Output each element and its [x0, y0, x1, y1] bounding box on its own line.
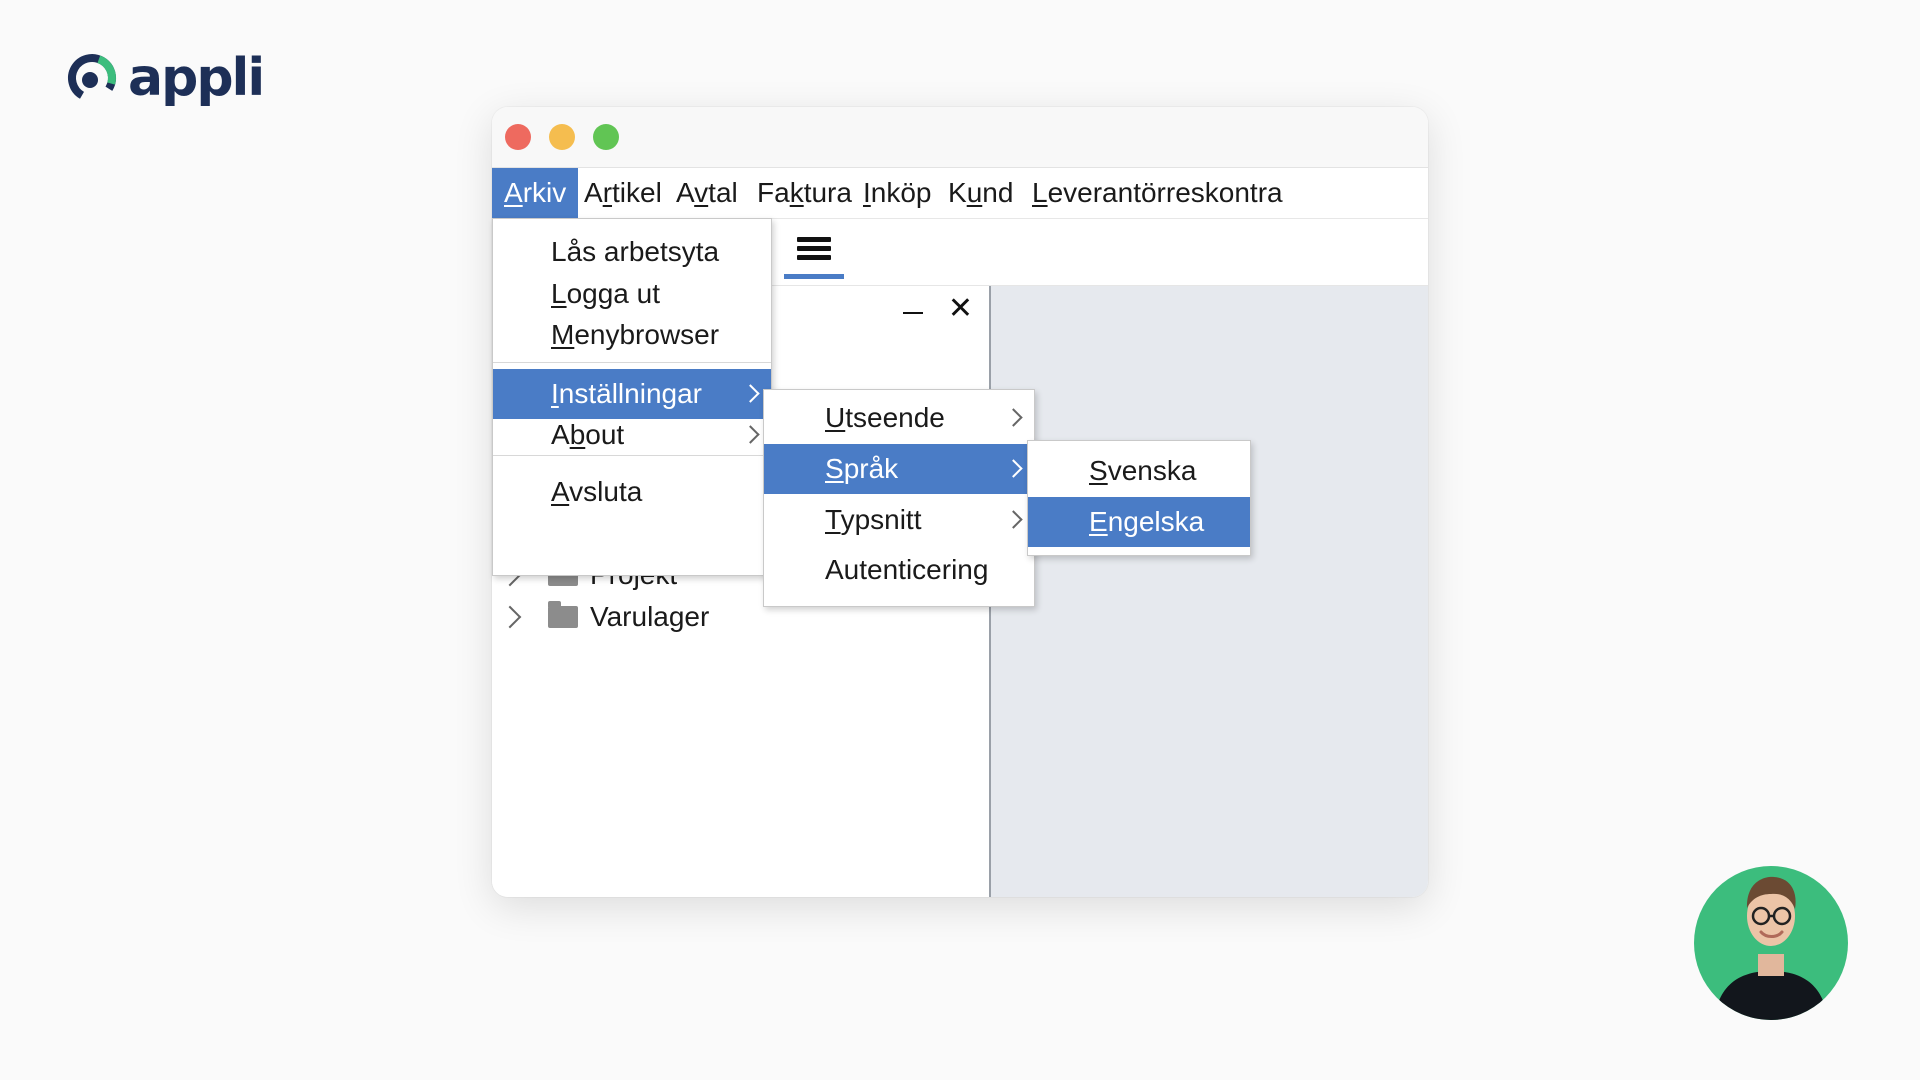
appli-logo: appli	[64, 48, 265, 108]
menu-faktura[interactable]: Faktura	[745, 168, 864, 218]
menu-item-label: Utseende	[825, 402, 945, 433]
menu-item-label: Svenska	[1089, 455, 1197, 486]
title-bar	[492, 107, 1428, 168]
menu-artikel[interactable]: Artikel	[572, 168, 674, 218]
menu-item-utseende[interactable]: Utseende	[764, 393, 1034, 443]
menu-separator	[493, 362, 771, 363]
menu-item-about[interactable]: About	[493, 410, 771, 460]
menu-item-sprak[interactable]: Språk	[764, 444, 1034, 494]
menu-kund[interactable]: Kund	[936, 168, 1025, 218]
appli-logo-text: appli	[128, 48, 265, 108]
menu-item-label: Engelska	[1089, 506, 1205, 537]
menu-item-label: Språk	[825, 453, 899, 484]
chevron-right-icon	[1004, 510, 1023, 529]
hamburger-icon[interactable]	[784, 225, 844, 279]
tree-item-label: Varulager	[590, 601, 710, 632]
menu-item-menybrowser[interactable]: Menybrowser	[493, 310, 771, 360]
chevron-right-icon	[1004, 408, 1023, 427]
presenter-avatar	[1694, 866, 1848, 1020]
menu-item-label: Menybrowser	[551, 319, 720, 350]
chevron-right-icon	[1004, 459, 1023, 478]
chevron-right-icon[interactable]	[498, 605, 522, 629]
menu-item-autenticering[interactable]: Autenticering	[764, 545, 1034, 595]
menu-arkiv[interactable]: Arkiv	[492, 168, 579, 218]
person-icon	[1714, 876, 1828, 1020]
chevron-right-icon	[741, 425, 760, 444]
active-indicator	[784, 274, 844, 279]
menu-avtal[interactable]: Avtal	[664, 168, 750, 218]
arkiv-menu: Lås arbetsyta Logga ut Menybrowser Inställn…	[492, 218, 772, 576]
desktop-area	[990, 286, 1428, 897]
zoom-window-button[interactable]	[593, 124, 619, 150]
menu-inkop[interactable]: Inköp	[851, 168, 944, 218]
menu-item-label: Avsluta	[551, 476, 643, 507]
folder-icon	[548, 601, 578, 628]
appli-logo-icon	[68, 54, 116, 102]
menu-item-label: About	[551, 419, 625, 450]
minimize-icon[interactable]	[903, 312, 923, 314]
menu-bar: Arkiv Artikel Avtal Faktura Inköp Kund Leveran…	[492, 168, 1428, 219]
minimize-window-button[interactable]	[549, 124, 575, 150]
installningar-submenu: Utseende Språk Typsnitt Autenticering	[763, 389, 1035, 607]
menu-item-label: Autenticering	[825, 554, 989, 585]
chevron-right-icon	[741, 384, 760, 403]
sprak-submenu: Svenska Engelska	[1027, 440, 1251, 556]
close-window-button[interactable]	[505, 124, 531, 150]
menu-item-label: Typsnitt	[825, 504, 922, 535]
tree-item-varulager[interactable]: Varulager	[498, 597, 709, 637]
menu-leverantorreskontra[interactable]: Leverantörreskontra	[1020, 168, 1295, 218]
menu-item-avsluta[interactable]: Avsluta	[493, 467, 771, 517]
menu-item-engelska[interactable]: Engelska	[1028, 497, 1250, 547]
menu-item-svenska[interactable]: Svenska	[1028, 446, 1250, 496]
close-icon[interactable]: ✕	[948, 294, 973, 324]
menu-item-typsnitt[interactable]: Typsnitt	[764, 495, 1034, 545]
